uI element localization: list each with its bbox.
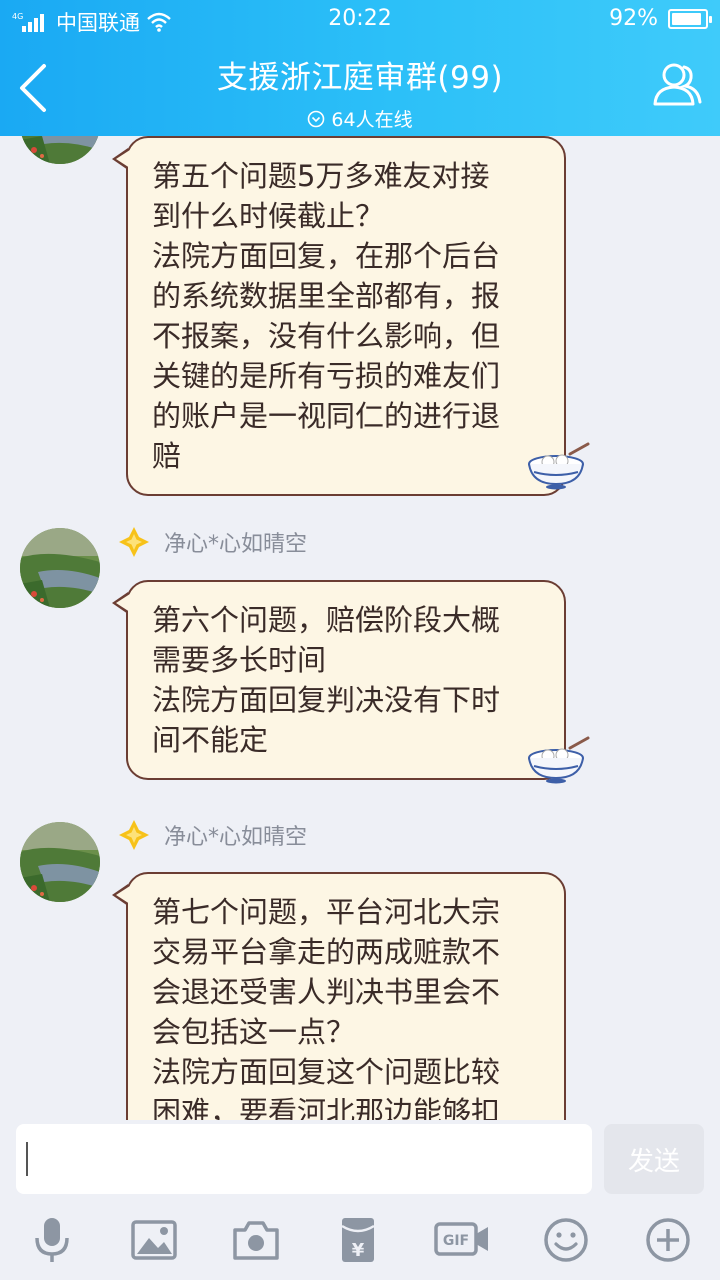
send-button[interactable]: 发送 [604, 1124, 704, 1194]
message-text-line: 法院方面回复判决没有下时 [152, 683, 501, 717]
message-text-line: 第七个问题，平台河北大宗 [152, 895, 501, 929]
microphone-icon [35, 1218, 69, 1262]
message-text-line: 赔 [152, 439, 182, 473]
message-text-line: 会包括这一点？ [152, 1015, 356, 1049]
message-text-line: 法院方面回复这个问题比较 [152, 1055, 501, 1089]
tangyuan-bowl-icon [528, 736, 590, 784]
sender-name[interactable]: 净心*心如晴空 [164, 526, 307, 558]
more-button[interactable] [642, 1214, 694, 1266]
camera-button[interactable] [230, 1214, 282, 1266]
tangyuan-bowl-icon [528, 442, 590, 490]
message-text-line: 的系统数据里全部都有，报 [152, 279, 501, 313]
landscape-avatar-image [20, 822, 100, 902]
photo-button[interactable] [128, 1214, 180, 1266]
gif-icon: GIF [434, 1222, 488, 1256]
online-status[interactable]: 64人在线 [0, 105, 720, 132]
sender-name[interactable]: 净心*心如晴空 [164, 819, 307, 851]
avatar[interactable] [20, 136, 100, 164]
message-text-line: 到什么时候截止？ [152, 199, 385, 233]
gif-button[interactable]: GIF [434, 1214, 490, 1266]
battery-level [672, 12, 702, 25]
battery-percent: 92% [609, 6, 658, 31]
avatar[interactable] [20, 528, 100, 608]
emoji-icon [544, 1218, 588, 1262]
avatar[interactable] [20, 822, 100, 902]
input-area: 发送 ¥ GIF [0, 1120, 720, 1280]
message-text-line: 法院方面回复，在那个后台 [152, 239, 501, 273]
plus-icon [646, 1218, 690, 1262]
input-toolbar: ¥ GIF [0, 1214, 720, 1274]
message-text-line: 间不能定 [152, 723, 269, 757]
group-members-button[interactable] [650, 58, 704, 112]
person-icon [653, 63, 702, 106]
message-bubble[interactable]: 第五个问题5万多难友对接 到什么时候截止？ 法院方面回复，在那个后台 的系统数据… [112, 136, 566, 496]
red-packet-icon: ¥ [341, 1218, 375, 1262]
gif-label: GIF [443, 1233, 469, 1249]
message-bubble[interactable]: 第六个问题，赔偿阶段大概 需要多长时间 法院方面回复判决没有下时 间不能定 [112, 580, 566, 780]
sender-row: 净心*心如晴空 [118, 522, 307, 562]
landscape-avatar-image [20, 136, 100, 164]
message-text-line: 关键的是所有亏损的难友们 [152, 359, 501, 393]
online-count: 64人在线 [331, 109, 413, 131]
message-text-line: 会退还受害人判决书里会不 [152, 975, 501, 1009]
voice-button[interactable] [26, 1214, 78, 1266]
landscape-avatar-image [20, 528, 100, 608]
yen-symbol: ¥ [352, 1240, 365, 1261]
message-text-line: 交易平台拿走的两成赃款不 [152, 935, 501, 969]
member-badge-icon [119, 527, 149, 557]
red-packet-button[interactable]: ¥ [332, 1214, 384, 1266]
camera-icon [233, 1221, 279, 1260]
status-bar: 4G 中国联通 20:22 92% [0, 0, 720, 38]
sender-row: 净心*心如晴空 [118, 815, 307, 855]
message-text-line: 需要多长时间 [152, 643, 327, 677]
message-text-line: 困难，要看河北那边能够扣 [152, 1095, 501, 1120]
header-title-area: 支援浙江庭审群(99) 64人在线 [0, 52, 720, 132]
message-bubble[interactable]: 第七个问题，平台河北大宗 交易平台拿走的两成赃款不 会退还受害人判决书里会不 会… [112, 872, 566, 1120]
message-input[interactable] [16, 1124, 592, 1194]
message-text-line: 的账户是一视同仁的进行退 [152, 399, 501, 433]
message-text-line: 第六个问题，赔偿阶段大概 [152, 603, 501, 637]
member-badge-icon [119, 820, 149, 850]
image-icon [131, 1220, 177, 1260]
message-list[interactable]: 第五个问题5万多难友对接 到什么时候截止？ 法院方面回复，在那个后台 的系统数据… [0, 136, 720, 1120]
status-right: 92% [609, 6, 712, 31]
message-text-line: 不报案，没有什么影响，但 [152, 319, 501, 353]
battery-icon [668, 8, 712, 29]
text-cursor [26, 1142, 28, 1176]
emoji-button[interactable] [540, 1214, 592, 1266]
chat-header: 4G 中国联通 20:22 92% 支援浙江庭审群(99) 64人在线 [0, 0, 720, 136]
group-title: 支援浙江庭审群(99) [216, 60, 504, 96]
chevron-circle-icon [308, 110, 325, 127]
message-text-line: 第五个问题5万多难友对接 [152, 159, 490, 193]
